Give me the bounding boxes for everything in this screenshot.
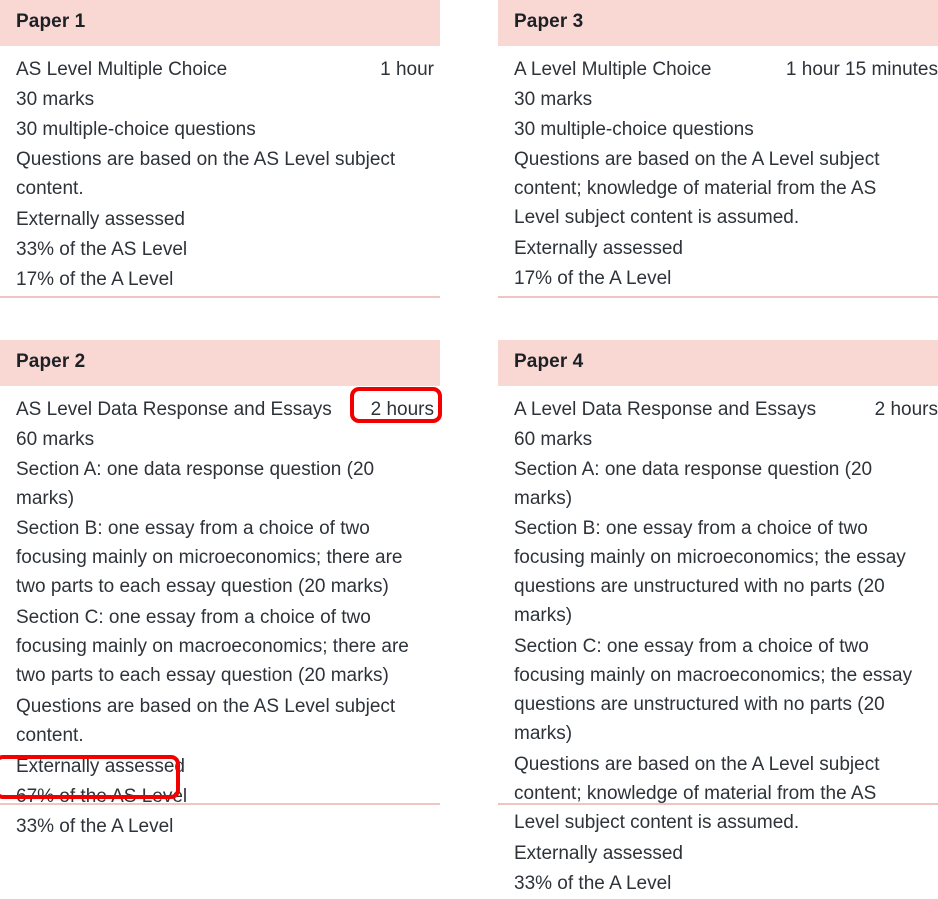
right-column-divider-top (498, 296, 938, 298)
paper-2-line-0: 60 marks (16, 429, 95, 450)
paper-2-line-7: 33% of the A Level (16, 816, 174, 837)
paper-3-duration: 1 hour 15 minutes (785, 59, 938, 80)
paper-1-duration: 1 hour (380, 59, 434, 80)
right-column: Paper 3 A Level Multiple Choice 1 hour 1… (498, 0, 938, 894)
paper-3-line-0: 30 marks (514, 89, 593, 110)
paper-3-line-3: Externally assessed (514, 238, 683, 259)
left-column-divider-bottom (0, 803, 440, 805)
paper-1-line-1: 30 multiple-choice questions (16, 119, 256, 140)
paper-4-header: Paper 4 (498, 340, 938, 386)
paper-3-title-row: A Level Multiple Choice 1 hour 15 minute… (514, 55, 938, 84)
paper-1-line-2: Questions are based on the AS Level subj… (16, 149, 396, 199)
paper-2-duration: 2 hours (370, 399, 434, 420)
paper-2-title: AS Level Data Response and Essays (16, 399, 332, 420)
paper-1-header: Paper 1 (0, 0, 440, 46)
paper-card-paper-1: Paper 1 AS Level Multiple Choice 1 hour … (0, 0, 440, 295)
paper-card-paper-2: Paper 2 AS Level Data Response and Essay… (0, 340, 440, 842)
paper-1-line-0: 30 marks (16, 89, 95, 110)
paper-3-body: A Level Multiple Choice 1 hour 15 minute… (498, 46, 938, 293)
paper-4-line-0: 60 marks (514, 429, 593, 450)
paper-4-title: A Level Data Response and Essays (514, 399, 817, 420)
paper-1-body: AS Level Multiple Choice 1 hour 30 marks… (0, 46, 440, 294)
paper-1-title: AS Level Multiple Choice (16, 59, 228, 80)
paper-3-line-1: 30 multiple-choice questions (514, 119, 754, 140)
paper-1-line-4: 33% of the AS Level (16, 239, 188, 260)
papers-sheet: Paper 1 AS Level Multiple Choice 1 hour … (0, 0, 938, 894)
paper-2-body: AS Level Data Response and Essays 2 hour… (0, 386, 440, 841)
paper-1-line-3: Externally assessed (16, 209, 185, 230)
paper-2-line-5: Externally assessed (16, 756, 185, 777)
paper-card-paper-4: Paper 4 A Level Data Response and Essays… (498, 340, 938, 899)
paper-4-line-5: Externally assessed (514, 843, 683, 864)
paper-3-line-4: 17% of the A Level (514, 268, 672, 289)
paper-4-line-6: 33% of the A Level (514, 873, 672, 894)
paper-2-title-row: AS Level Data Response and Essays 2 hour… (16, 395, 434, 424)
paper-2-line-1: Section A: one data response question (2… (16, 459, 375, 509)
paper-4-title-row: A Level Data Response and Essays 2 hours (514, 395, 938, 424)
right-column-divider-bottom (498, 803, 938, 805)
paper-1-line-5: 17% of the A Level (16, 269, 174, 290)
paper-4-duration: 2 hours (874, 399, 938, 420)
paper-3-title: A Level Multiple Choice (514, 59, 712, 80)
paper-2-line-2: Section B: one essay from a choice of tw… (16, 518, 403, 597)
left-column-divider-top (0, 296, 440, 298)
paper-4-line-2: Section B: one essay from a choice of tw… (514, 518, 906, 626)
paper-2-line-3: Section C: one essay from a choice of tw… (16, 607, 409, 686)
paper-4-line-1: Section A: one data response question (2… (514, 459, 873, 509)
paper-2-header: Paper 2 (0, 340, 440, 386)
paper-card-paper-3: Paper 3 A Level Multiple Choice 1 hour 1… (498, 0, 938, 294)
paper-2-line-4: Questions are based on the AS Level subj… (16, 696, 396, 746)
paper-4-line-4: Questions are based on the A Level subje… (514, 754, 880, 833)
paper-2-line-6: 67% of the AS Level (16, 786, 188, 807)
paper-1-title-row: AS Level Multiple Choice 1 hour (16, 55, 434, 84)
left-column: Paper 1 AS Level Multiple Choice 1 hour … (0, 0, 442, 837)
paper-3-line-2: Questions are based on the A Level subje… (514, 149, 880, 228)
paper-3-header: Paper 3 (498, 0, 938, 46)
paper-4-body: A Level Data Response and Essays 2 hours… (498, 386, 938, 898)
paper-4-line-3: Section C: one essay from a choice of tw… (514, 636, 913, 744)
